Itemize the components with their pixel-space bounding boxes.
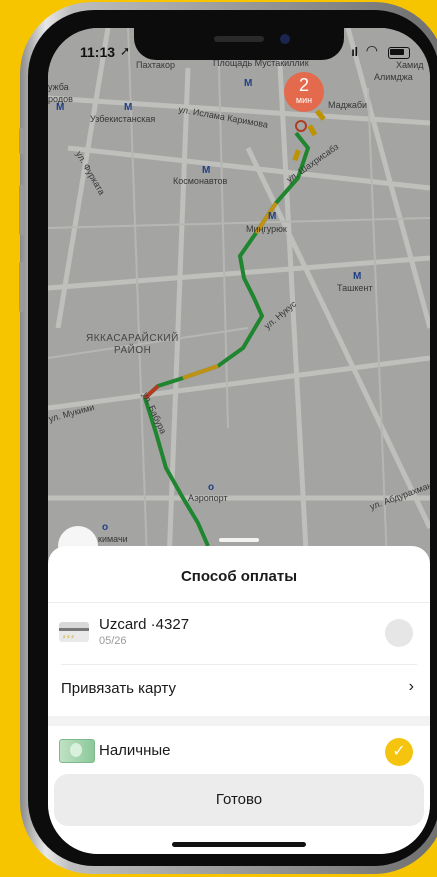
card-name: Uzcard ·4327 bbox=[99, 616, 190, 633]
done-button[interactable]: Готово bbox=[54, 774, 424, 826]
checkmark-icon[interactable]: ✓ bbox=[385, 738, 413, 766]
map-view[interactable]: Пахтакор Площадь Мустакиллик ужба родов … bbox=[48, 28, 430, 588]
volume-down-button bbox=[19, 262, 24, 312]
location-arrow-icon: ➚ bbox=[120, 44, 131, 58]
home-indicator[interactable] bbox=[172, 842, 306, 847]
battery-icon bbox=[388, 47, 410, 59]
mute-switch bbox=[19, 128, 24, 154]
payment-option-card[interactable]: ⚡⚡⚡ Uzcard ·4327 05/26 bbox=[48, 602, 430, 664]
cash-icon bbox=[59, 739, 95, 763]
payment-sheet: Способ оплаты ⚡⚡⚡ Uzcard ·4327 05/26 При… bbox=[48, 546, 430, 854]
wifi-icon: ◠ bbox=[365, 42, 378, 58]
card-radio[interactable] bbox=[385, 619, 413, 647]
speaker bbox=[214, 36, 264, 42]
card-icon: ⚡⚡⚡ bbox=[59, 622, 89, 642]
section-gap bbox=[48, 716, 430, 726]
chevron-right-icon: › bbox=[408, 678, 414, 695]
link-card-label: Привязать карту bbox=[61, 680, 176, 697]
cash-label: Наличные bbox=[99, 742, 171, 759]
signal-icon: ıl bbox=[351, 45, 358, 59]
camera bbox=[280, 34, 290, 44]
link-card-row[interactable]: Привязать карту › bbox=[48, 664, 430, 716]
notch bbox=[134, 28, 344, 60]
volume-up-button bbox=[19, 185, 24, 235]
phone-screen: Пахтакор Площадь Мустакиллик ужба родов … bbox=[48, 28, 430, 854]
eta-unit: мин bbox=[295, 95, 313, 105]
payment-option-cash[interactable]: Наличные ✓ bbox=[48, 726, 430, 778]
sheet-title: Способ оплаты bbox=[180, 568, 298, 585]
map-dim-overlay bbox=[48, 28, 430, 588]
eta-value: 2 bbox=[298, 75, 309, 95]
card-expiry: 05/26 bbox=[99, 635, 127, 647]
status-time: 11:13 bbox=[80, 44, 116, 60]
eta-badge: 2 мин bbox=[284, 72, 324, 112]
sheet-grabber[interactable] bbox=[219, 538, 259, 542]
